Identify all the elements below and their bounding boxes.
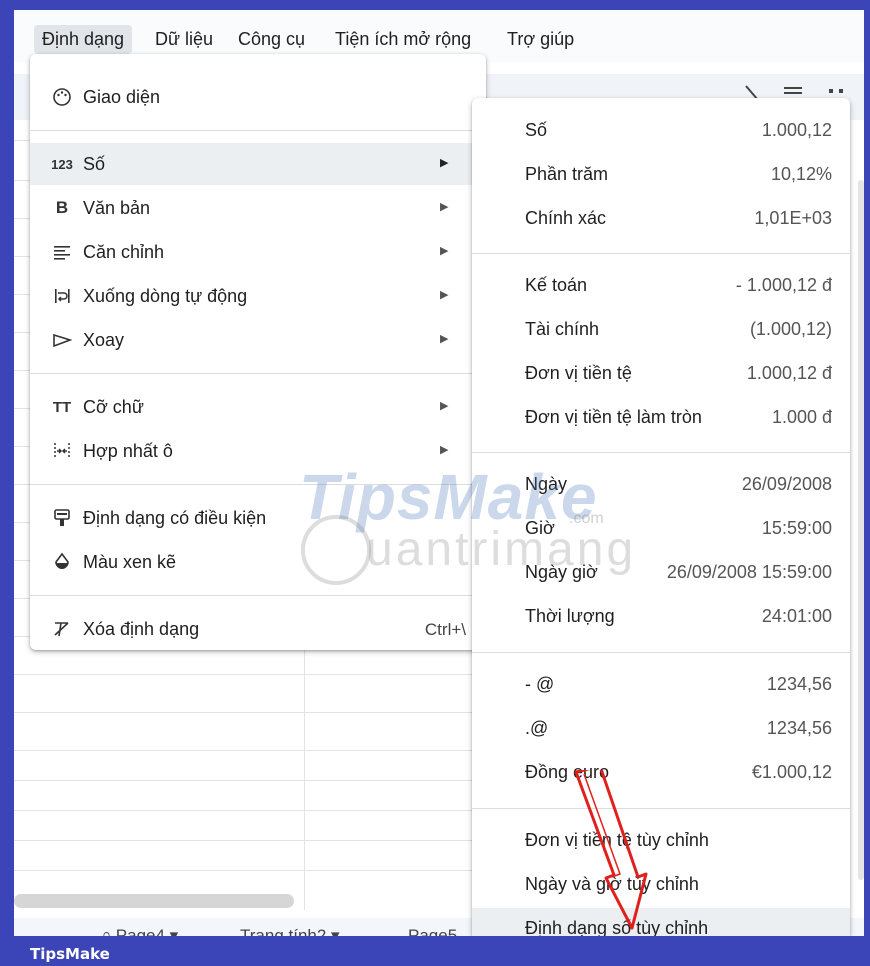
- submenu-item-currency[interactable]: Đơn vị tiền tệ 1.000,12 đ: [472, 353, 850, 397]
- menu-item-number[interactable]: 123 Số ▶: [30, 143, 486, 185]
- text-wrap-icon: [50, 284, 74, 308]
- submenu-arrow-icon: ▶: [440, 333, 449, 345]
- menu-item-rotate[interactable]: Xoay ▶: [30, 319, 486, 361]
- clear-format-icon: [50, 617, 74, 641]
- submenu-item-currency-rounded[interactable]: Đơn vị tiền tệ làm tròn 1.000 đ: [472, 397, 850, 441]
- menu-item-wrap[interactable]: Xuống dòng tự động ▶: [30, 275, 486, 317]
- footer-bar: [0, 936, 870, 966]
- app-window: Định dạng Dữ liệu Công cụ Tiện ích mở rộ…: [14, 10, 864, 936]
- submenu-arrow-icon: ▶: [440, 157, 449, 169]
- shortcut-label: Ctrl+\: [424, 620, 466, 639]
- menu-item-theme[interactable]: Giao diện: [30, 76, 486, 118]
- submenu-item-custom-dash[interactable]: - @ 1234,56: [472, 664, 850, 708]
- bold-icon: B: [55, 198, 69, 217]
- menu-help[interactable]: Trợ giúp: [507, 29, 574, 50]
- submenu-arrow-icon: ▶: [440, 201, 449, 213]
- vertical-scrollbar[interactable]: [858, 180, 864, 880]
- menu-item-align[interactable]: Căn chỉnh ▶: [30, 231, 486, 273]
- conditional-format-icon: [50, 506, 74, 530]
- submenu-item-financial[interactable]: Tài chính (1.000,12): [472, 309, 850, 353]
- submenu-arrow-icon: ▶: [440, 444, 449, 456]
- submenu-arrow-icon: ▶: [440, 400, 449, 412]
- tab-page4[interactable]: 🔒︎ Page4 ▾: [102, 926, 178, 936]
- font-size-icon: TT: [52, 398, 72, 416]
- number-format-icon: 123: [51, 156, 73, 172]
- watermark-site: uantrimang: [366, 523, 637, 576]
- tab-page5[interactable]: Page5: [408, 926, 457, 936]
- palette-icon: [50, 85, 74, 109]
- footer-brand: TipsMake: [30, 945, 110, 963]
- menu-format[interactable]: Định dạng: [34, 25, 133, 54]
- annotation-arrow-icon: [574, 770, 648, 930]
- menu-data[interactable]: Dữ liệu: [155, 29, 213, 50]
- watermark-logo-icon: [301, 515, 371, 585]
- text-rotate-icon: [50, 328, 74, 352]
- submenu-arrow-icon: ▶: [440, 289, 449, 301]
- menu-item-text[interactable]: B Văn bản ▶: [30, 187, 486, 229]
- align-icon: [50, 240, 74, 264]
- submenu-item-accounting[interactable]: Kế toán - 1.000,12 đ: [472, 265, 850, 309]
- submenu-item-custom-dot[interactable]: .@ 1234,56: [472, 708, 850, 752]
- submenu-item-percent[interactable]: Phần trăm 10,12%: [472, 154, 850, 198]
- menu-item-clear-format[interactable]: Xóa định dạng Ctrl+\: [30, 608, 486, 650]
- alternating-colors-icon: [50, 550, 74, 574]
- lock-icon: 🔒︎: [102, 926, 116, 936]
- submenu-item-scientific[interactable]: Chính xác 1,01E+03: [472, 198, 850, 242]
- tab-sheet2[interactable]: Trang tính2 ▾: [240, 926, 340, 936]
- menu-item-font-size[interactable]: TT Cỡ chữ ▶: [30, 386, 486, 428]
- submenu-item-duration[interactable]: Thời lượng 24:01:00: [472, 596, 850, 640]
- horizontal-scrollbar[interactable]: [14, 894, 294, 908]
- submenu-item-number[interactable]: Số 1.000,12: [472, 110, 850, 154]
- merge-cells-icon: [50, 439, 74, 463]
- submenu-arrow-icon: ▶: [440, 245, 449, 257]
- menu-tools[interactable]: Công cụ: [238, 29, 305, 50]
- menu-extensions[interactable]: Tiện ích mở rộng: [335, 29, 471, 50]
